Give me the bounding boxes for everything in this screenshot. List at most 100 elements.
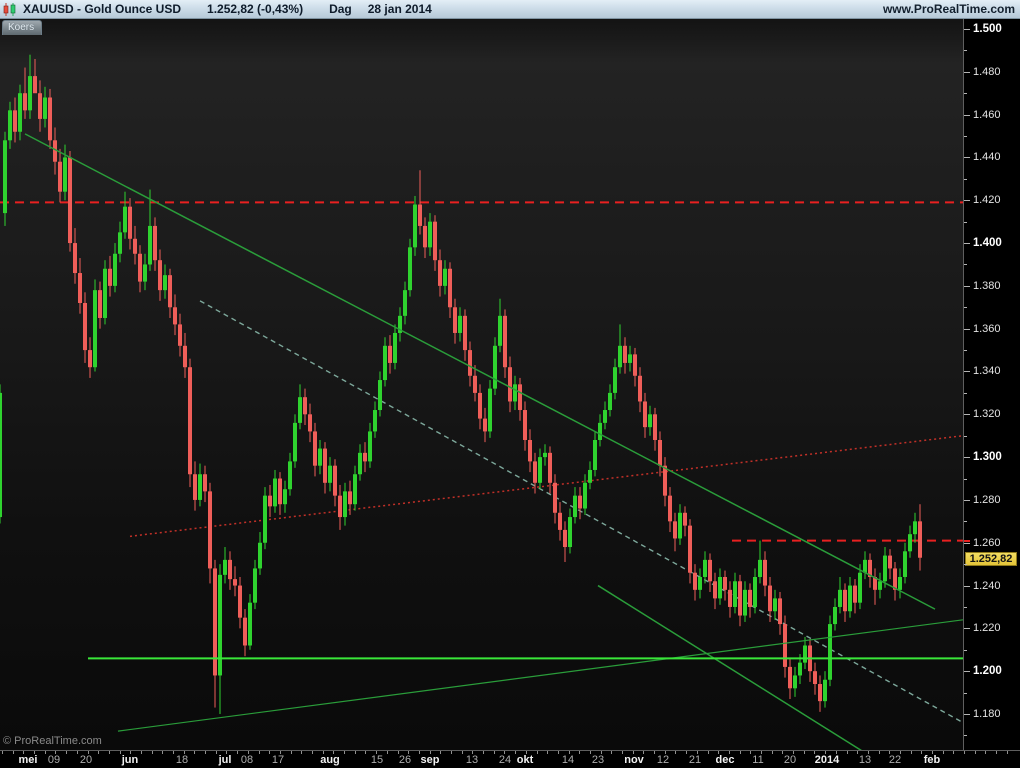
date-tick [772,751,773,754]
candle-body [303,397,307,414]
candle-body [743,590,747,616]
date-label: nov [624,754,644,767]
candle-body [828,624,832,680]
tab-koers[interactable]: Koers [2,20,42,35]
candle-body [373,410,377,431]
candle-body [678,513,682,539]
candle-body [688,526,692,573]
candle-body [413,205,417,248]
date-tick [237,751,238,754]
timeframe-label: Dag [329,2,352,16]
candle-body [343,491,347,517]
date-tick [1007,751,1008,754]
candle-body [193,474,197,500]
price-tick [964,714,970,715]
price-axis[interactable]: 1.252,82 1.5001.4801.4601.4401.4201.4001… [964,19,1020,750]
candle-body [183,346,187,367]
candle-body [488,389,492,432]
candle-body [753,577,757,607]
date-tick [120,751,121,754]
candle-body [633,354,637,375]
candle-body [448,269,452,308]
candle-body [453,307,457,333]
candle-body [603,410,607,423]
prorealtime-link[interactable]: www.ProRealTime.com [883,2,1015,16]
candle-body [38,93,42,119]
candle-body [28,76,32,110]
price-label: 1.240 [973,580,1001,592]
date-label: 26 [399,754,411,767]
date-label: mei [19,754,38,767]
date-tick [804,751,805,754]
candle-body [463,316,467,350]
date-label: 2014 [815,754,839,767]
trend-line-long-green-downtrend [25,134,935,609]
candle-body [338,496,342,517]
candle-body [408,247,412,290]
candle-body [333,466,337,496]
date-label: 11 [752,754,763,767]
time-axis[interactable]: mei0920jun18jul0817aug1526sep1324okt1423… [0,750,1020,768]
date-label: 15 [371,754,383,767]
candle-body [858,573,862,603]
date-label: aug [320,754,340,767]
candle-body [223,560,227,575]
date-tick [173,751,174,754]
date-label: feb [924,754,941,767]
candle-body [93,290,97,367]
price-label: 1.480 [973,66,1001,78]
date-tick [740,751,741,754]
candle-body [498,316,502,346]
price-tick [964,543,970,544]
candle-body [3,140,7,213]
candle-body [348,491,352,504]
date-tick [943,751,944,754]
candle-body [503,316,507,367]
candle-body [383,346,387,380]
chart-area[interactable]: Koers © ProRealTime.com [0,19,964,750]
candle-body [243,618,247,646]
candle-body [548,453,552,483]
candle-body [628,354,632,363]
candle-body [388,346,392,363]
price-tick [964,157,970,158]
price-label: 1.180 [973,708,1001,720]
date-tick [291,751,292,754]
price-label: 1.460 [973,109,1001,121]
candle-body [188,367,192,474]
candle-body [468,350,472,376]
candle-body [533,461,537,482]
date-tick [921,751,922,754]
price-tick [964,607,967,608]
date-tick [162,751,163,754]
candle-body [838,590,842,607]
candle-body [698,577,702,590]
price-tick [964,286,970,287]
candle-body [903,551,907,577]
candle-body [728,590,732,607]
price-tick [964,307,967,308]
candle-body [123,207,127,233]
candle-body [203,474,207,491]
trend-line-dotted-rising-red [130,436,963,537]
date-tick [494,751,495,754]
candle-body [168,275,172,307]
candle-body [58,162,62,192]
price-label: 1.400 [973,237,1002,249]
date-tick [975,751,976,754]
candle-body [803,645,807,662]
candlestick-chart[interactable] [0,19,963,750]
candle-body [163,275,167,290]
candle-body [593,440,597,470]
candle-body [878,581,882,590]
price-tick [964,93,967,94]
date-tick [301,751,302,754]
candle-body [578,496,582,509]
date-tick [259,751,260,754]
price-tick [964,671,970,672]
candle-body [718,577,722,598]
candle-body [148,226,152,265]
candle-body [493,346,497,389]
prorealtime-window: XAUUSD - Gold Ounce USD 1.252,82 (-0,43%… [0,0,1020,768]
candle-body [293,423,297,462]
